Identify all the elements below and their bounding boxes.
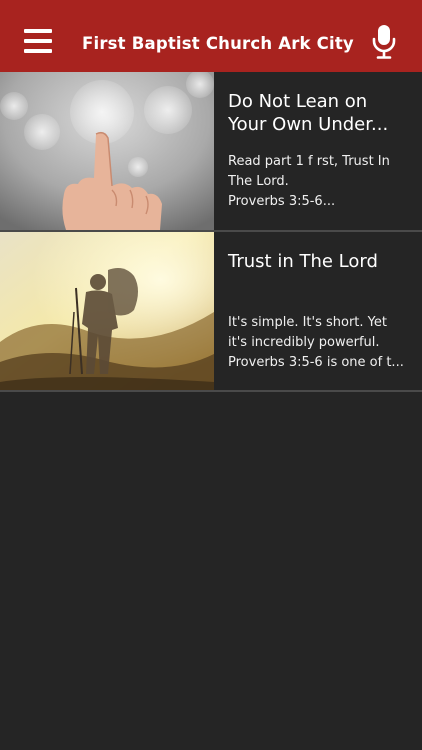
- post-excerpt-line: It's simple. It's short. Yet: [228, 315, 387, 330]
- microphone-icon: [372, 25, 396, 59]
- menu-button[interactable]: [24, 29, 52, 53]
- voice-search-button[interactable]: [370, 24, 398, 60]
- app-header: First Baptist Church Ark City: [0, 0, 422, 72]
- post-excerpt-line: The Lord.: [228, 174, 289, 189]
- post-title: Do Not Lean on Your Own Under...: [228, 90, 418, 136]
- post-excerpt-line: Read part 1 f rst, Trust In: [228, 154, 390, 169]
- post-excerpt-line: Proverbs 3:5-6 is one of t...: [228, 355, 404, 370]
- post-thumbnail: [0, 232, 214, 390]
- hamburger-menu-icon-bar: [24, 39, 52, 43]
- post-title: Trust in The Lord: [228, 250, 418, 273]
- post-excerpt-line: it's incredibly powerful.: [228, 335, 380, 350]
- post-excerpt-line: Proverbs 3:5-6...: [228, 194, 336, 209]
- post-excerpt: Read part 1 f rst, Trust In The Lord. Pr…: [228, 152, 418, 212]
- post-list: Do Not Lean on Your Own Under... Read pa…: [0, 72, 422, 392]
- post-title-line: Do Not Lean on: [228, 91, 368, 112]
- post-excerpt: It's simple. It's short. Yet it's incred…: [228, 313, 418, 373]
- post-title-line: Trust in The Lord: [228, 251, 378, 272]
- hamburger-menu-icon-bar: [24, 49, 52, 53]
- hamburger-menu-icon: [24, 29, 52, 33]
- list-item[interactable]: Trust in The Lord It's simple. It's shor…: [0, 232, 422, 392]
- post-thumbnail: [0, 72, 214, 230]
- app-title: First Baptist Church Ark City: [82, 34, 354, 53]
- post-title-line: Your Own Under...: [228, 114, 389, 135]
- list-item[interactable]: Do Not Lean on Your Own Under... Read pa…: [0, 72, 422, 232]
